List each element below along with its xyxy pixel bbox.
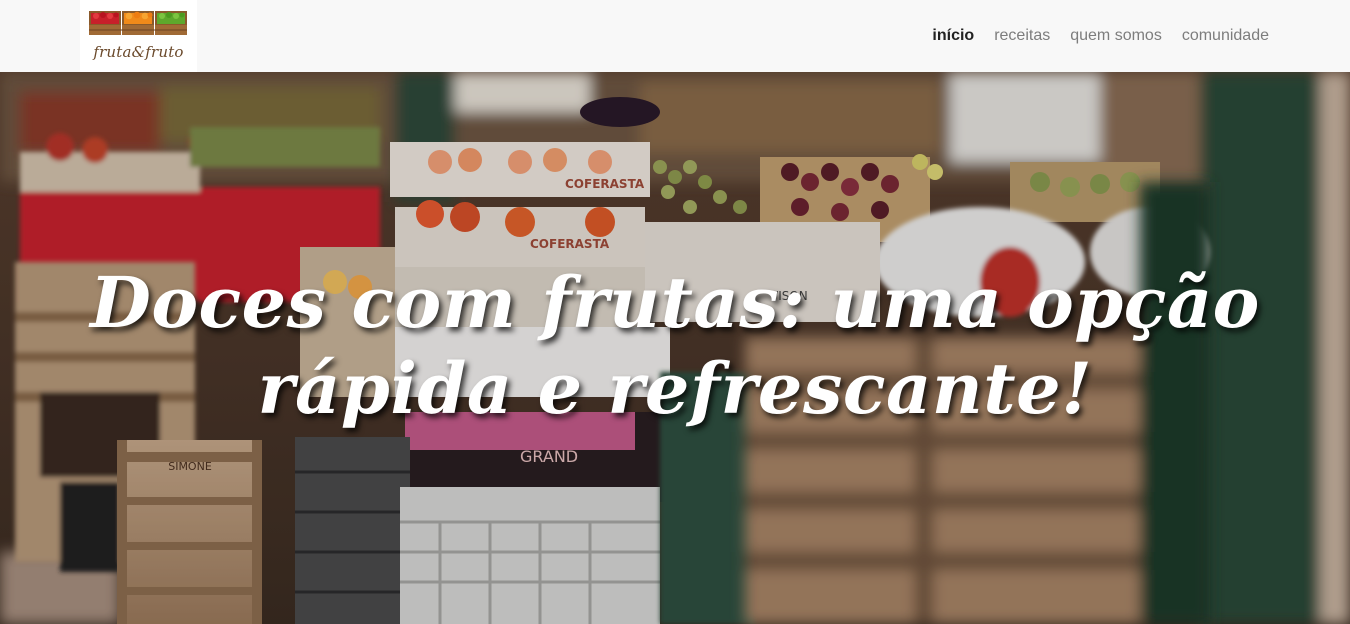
hero-banner: SIMONE COFERASTA COFERASTA VISON GRAND D… (0, 72, 1350, 624)
nav-item-quem-somos[interactable]: quem somos (1070, 26, 1162, 46)
logo-wordmark: fruta&fruto (93, 43, 184, 61)
hero-title: Doces com frutas: uma opção rápida e ref… (90, 261, 1260, 430)
nav-item-comunidade[interactable]: comunidade (1182, 26, 1269, 46)
brand-logo[interactable]: fruta&fruto (80, 0, 197, 72)
nav-item-inicio[interactable]: início (932, 26, 974, 46)
navbar: fruta&fruto início receitas quem somos c… (0, 0, 1350, 72)
nav-item-receitas[interactable]: receitas (994, 26, 1050, 46)
fruit-crates-icon (89, 11, 187, 35)
main-nav: início receitas quem somos comunidade (932, 26, 1269, 46)
